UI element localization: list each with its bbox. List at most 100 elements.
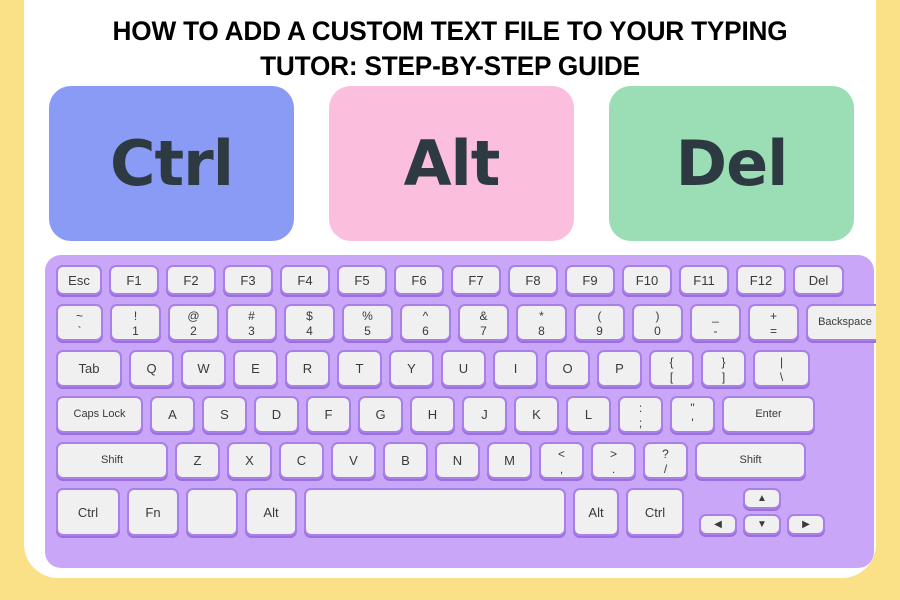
key-legend: Tab [78, 361, 100, 376]
key-z[interactable]: Z [175, 442, 220, 479]
key-card-alt[interactable]: Alt [329, 86, 574, 241]
key-'[interactable]: " ' [670, 396, 715, 433]
key-f1[interactable]: F1 [109, 265, 159, 295]
key-;[interactable]: :; [618, 396, 663, 433]
key-f12[interactable]: F12 [736, 265, 786, 295]
key-c[interactable]: C [279, 442, 324, 479]
key-shift[interactable]: Shift [695, 442, 806, 479]
title-line-2: TUTOR: STEP-BY-STEP GUIDE [260, 51, 640, 81]
key-backspace[interactable]: Backspace [806, 304, 876, 341]
key-legend-bottom: 9 [596, 323, 603, 338]
key-m[interactable]: M [487, 442, 532, 479]
spacebar-key[interactable] [304, 488, 566, 536]
key-legend: X [245, 453, 254, 468]
key-card-del[interactable]: Del [609, 86, 854, 241]
key-tab[interactable]: Tab [56, 350, 122, 387]
key-f9[interactable]: F9 [565, 265, 615, 295]
key-p[interactable]: P [597, 350, 642, 387]
key-7[interactable]: & 7 [458, 304, 509, 341]
key-card-label: Alt [403, 126, 501, 200]
key-legend: Y [407, 361, 416, 376]
key-/[interactable]: ? / [643, 442, 688, 479]
key-6[interactable]: ^ 6 [400, 304, 451, 341]
key-x[interactable]: X [227, 442, 272, 479]
key-9[interactable]: (9 [574, 304, 625, 341]
key-legend-bottom: / [663, 461, 668, 476]
key-q[interactable]: Q [129, 350, 174, 387]
blank-key[interactable] [186, 488, 238, 536]
key-o[interactable]: O [545, 350, 590, 387]
key-e[interactable]: E [233, 350, 278, 387]
key-\[interactable]: | \ [753, 350, 810, 387]
key-[[interactable]: {[ [649, 350, 694, 387]
key-n[interactable]: N [435, 442, 480, 479]
key-card-ctrl[interactable]: Ctrl [49, 86, 294, 241]
key-f4[interactable]: F4 [280, 265, 330, 295]
key-.[interactable]: >. [591, 442, 636, 479]
key-ctrl[interactable]: Ctrl [626, 488, 684, 536]
key-a[interactable]: A [150, 396, 195, 433]
key-,[interactable]: <, [539, 442, 584, 479]
key-5[interactable]: % 5 [342, 304, 393, 341]
key-f11[interactable]: F11 [679, 265, 729, 295]
key-3[interactable]: #3 [226, 304, 277, 341]
key-f7[interactable]: F7 [451, 265, 501, 295]
key-legend-bottom: [ [669, 369, 674, 384]
key-f2[interactable]: F2 [166, 265, 216, 295]
key-legend: Fn [145, 504, 161, 520]
key--[interactable]: _ - [690, 304, 741, 341]
key-r[interactable]: R [285, 350, 330, 387]
key-l[interactable]: L [566, 396, 611, 433]
key-enter[interactable]: Enter [722, 396, 815, 433]
key-t[interactable]: T [337, 350, 382, 387]
key-=[interactable]: + = [748, 304, 799, 341]
key-h[interactable]: H [410, 396, 455, 433]
key-y[interactable]: Y [389, 350, 434, 387]
key-w[interactable]: W [181, 350, 226, 387]
key-legend: N [452, 453, 463, 468]
key-0[interactable]: ) 0 [632, 304, 683, 341]
key-caps-lock[interactable]: Caps Lock [56, 396, 143, 433]
key-legend-bottom: 7 [480, 323, 487, 338]
arrow-down-key[interactable]: ▼ [743, 514, 781, 535]
key-legend-top: @ [187, 308, 200, 323]
key-alt[interactable]: Alt [245, 488, 297, 536]
key-k[interactable]: K [514, 396, 559, 433]
arrow-left-key[interactable]: ◀ [699, 514, 737, 535]
key-fn[interactable]: Fn [127, 488, 179, 536]
function-row: Esc F1 F2 F3 F4 F5 F6 F7 F8 F9 F10 F11 F12 Del [56, 265, 863, 297]
key-][interactable]: }] [701, 350, 746, 387]
key-f8[interactable]: F8 [508, 265, 558, 295]
key-i[interactable]: I [493, 350, 538, 387]
arrow-up-key[interactable]: ▲ [743, 488, 781, 509]
key-f10[interactable]: F10 [622, 265, 672, 295]
key-g[interactable]: G [358, 396, 403, 433]
key-shift[interactable]: Shift [56, 442, 168, 479]
key-ctrl[interactable]: Ctrl [56, 488, 120, 536]
key-legend-bottom: 5 [364, 323, 371, 338]
key-f5[interactable]: F5 [337, 265, 387, 295]
key-alt[interactable]: Alt [573, 488, 619, 536]
key-f3[interactable]: F3 [223, 265, 273, 295]
key-esc[interactable]: Esc [56, 265, 102, 295]
key-del[interactable]: Del [793, 265, 844, 295]
key-b[interactable]: B [383, 442, 428, 479]
key-legend-top: ) [655, 308, 660, 323]
key-8[interactable]: * 8 [516, 304, 567, 341]
key-u[interactable]: U [441, 350, 486, 387]
key-1[interactable]: ! 1 [110, 304, 161, 341]
key-s[interactable]: S [202, 396, 247, 433]
key-2[interactable]: @2 [168, 304, 219, 341]
key-f6[interactable]: F6 [394, 265, 444, 295]
key-legend: F7 [468, 272, 484, 288]
key-4[interactable]: $4 [284, 304, 335, 341]
key-j[interactable]: J [462, 396, 507, 433]
key-legend: Alt [588, 504, 604, 520]
key-`[interactable]: ~ ` [56, 304, 103, 341]
key-d[interactable]: D [254, 396, 299, 433]
key-legend-top: { [669, 354, 674, 369]
key-f[interactable]: F [306, 396, 351, 433]
key-legend: P [615, 361, 624, 376]
key-v[interactable]: V [331, 442, 376, 479]
arrow-right-key[interactable]: ▶ [787, 514, 825, 535]
